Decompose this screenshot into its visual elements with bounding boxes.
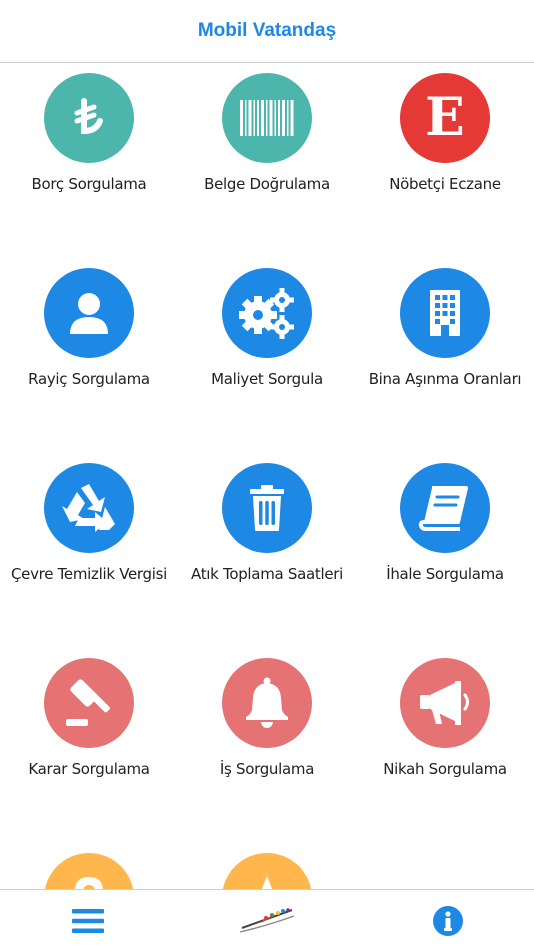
tile-belge-dogrulama[interactable]: Belge Doğrulama	[178, 63, 356, 213]
recycle-icon	[44, 463, 134, 553]
bell-icon	[222, 658, 312, 748]
menu-button[interactable]	[58, 890, 118, 951]
lira-icon	[44, 73, 134, 163]
location-icon	[44, 853, 134, 889]
building-icon	[400, 268, 490, 358]
tile-cevre-temizlik-vergisi[interactable]: Çevre Temizlik Vergisi	[0, 453, 178, 603]
menu-icon	[72, 908, 104, 933]
info-icon	[433, 905, 463, 936]
tile-label: Rayiç Sorgulama	[28, 370, 150, 388]
service-grid: Borç Sorgulama Belge Doğrulama E Nöbetçi…	[0, 63, 534, 889]
tile-bina-asinma-oranlari[interactable]: Bina Aşınma Oranları	[356, 258, 534, 408]
tile-nobetci-eczane[interactable]: E Nöbetçi Eczane	[356, 63, 534, 213]
tile-rayic-sorgulama[interactable]: Rayiç Sorgulama	[0, 258, 178, 408]
tile-maliyet-sorgula[interactable]: Maliyet Sorgula	[178, 258, 356, 408]
tile-label: İhale Sorgulama	[386, 565, 504, 583]
tile-label: Bina Aşınma Oranları	[368, 370, 522, 388]
barcode-icon	[222, 73, 312, 163]
letter-e-icon: E	[400, 73, 490, 163]
tile-label: Borç Sorgulama	[31, 175, 147, 193]
info-button[interactable]	[420, 890, 476, 951]
tile-label: Atık Toplama Saatleri	[191, 565, 343, 583]
tile-borc-sorgulama[interactable]: Borç Sorgulama	[0, 63, 178, 213]
tile-is-sorgulama[interactable]: İş Sorgulama	[178, 648, 356, 798]
user-icon	[44, 268, 134, 358]
tile-location[interactable]	[0, 843, 178, 889]
tile-label: Belge Doğrulama	[204, 175, 330, 193]
tile-ihale-sorgulama[interactable]: İhale Sorgulama	[356, 453, 534, 603]
tile-nikah-sorgulama[interactable]: Nikah Sorgulama	[356, 648, 534, 798]
tile-star[interactable]	[178, 843, 356, 889]
page-title: Mobil Vatandaş	[197, 20, 337, 41]
tile-label: İş Sorgulama	[219, 760, 315, 778]
gavel-icon	[44, 658, 134, 748]
logo-icon	[239, 907, 295, 933]
tile-label: Maliyet Sorgula	[211, 370, 323, 388]
megaphone-icon	[400, 658, 490, 748]
star-icon	[222, 853, 312, 889]
tile-atik-toplama-saatleri[interactable]: Atık Toplama Saatleri	[178, 453, 356, 603]
app-header: Mobil Vatandaş	[0, 0, 534, 63]
bottom-bar	[0, 889, 534, 950]
logo-button[interactable]	[232, 890, 302, 951]
gears-icon	[222, 268, 312, 358]
book-icon	[400, 463, 490, 553]
tile-karar-sorgulama[interactable]: Karar Sorgulama	[0, 648, 178, 798]
tile-label: Karar Sorgulama	[28, 760, 150, 778]
tile-label: Nikah Sorgulama	[383, 760, 507, 778]
tile-label: Çevre Temizlik Vergisi	[11, 565, 167, 583]
tile-label: Nöbetçi Eczane	[389, 175, 501, 193]
trash-icon	[222, 463, 312, 553]
